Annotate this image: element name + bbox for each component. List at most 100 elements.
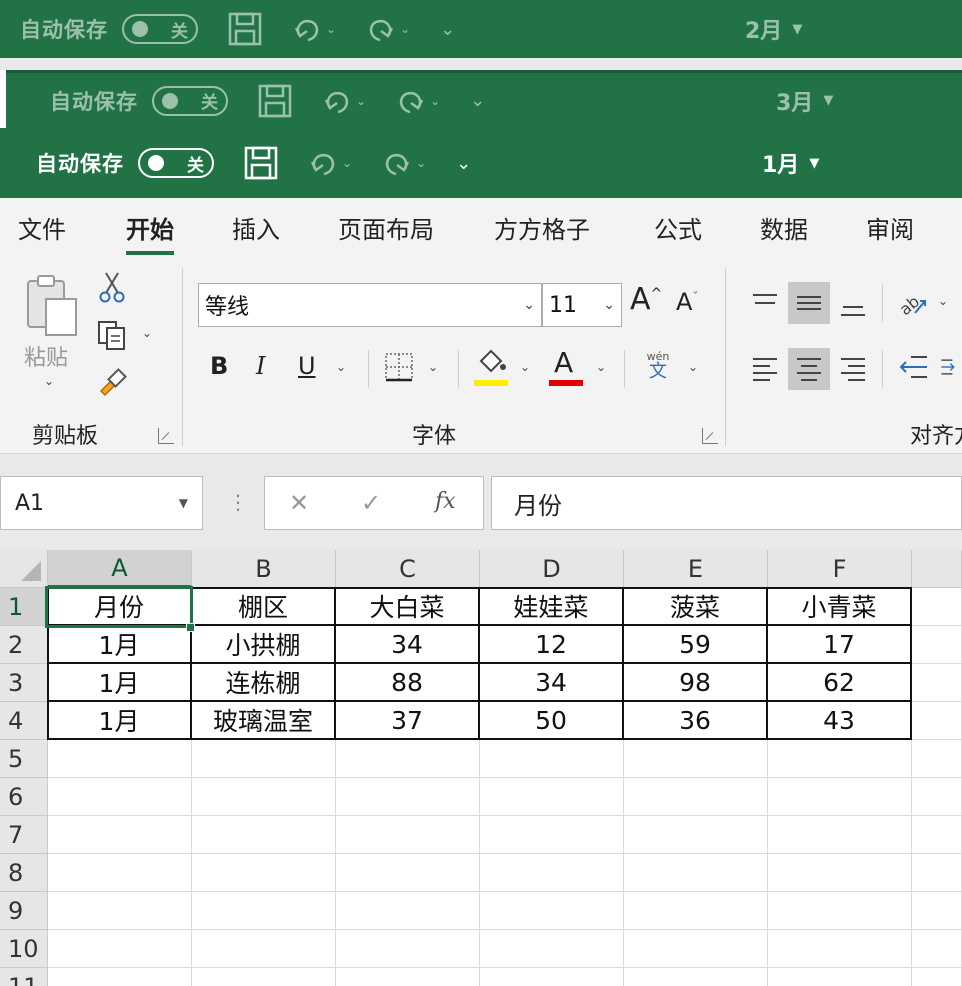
redo-icon[interactable]: ⌄ bbox=[366, 14, 410, 44]
align-center-icon[interactable] bbox=[788, 348, 830, 390]
cell[interactable] bbox=[48, 778, 192, 816]
cell[interactable] bbox=[336, 778, 480, 816]
cell[interactable] bbox=[192, 816, 336, 854]
table-cell[interactable]: 12 bbox=[480, 626, 624, 664]
underline-dropdown-icon[interactable]: ⌄ bbox=[336, 360, 346, 374]
column-header-d[interactable]: D bbox=[480, 550, 624, 588]
fill-handle[interactable] bbox=[186, 623, 195, 632]
cell[interactable] bbox=[480, 968, 624, 986]
table-cell[interactable]: 59 bbox=[624, 626, 768, 664]
align-middle-icon[interactable] bbox=[788, 282, 830, 324]
font-color-dropdown-icon[interactable]: ⌄ bbox=[596, 360, 606, 374]
borders-icon[interactable] bbox=[382, 350, 416, 384]
enter-icon[interactable]: ✓ bbox=[361, 489, 381, 517]
column-header-b[interactable]: B bbox=[192, 550, 336, 588]
cell[interactable] bbox=[912, 626, 962, 664]
phonetic-guide-icon[interactable]: wén 文 bbox=[640, 350, 676, 390]
column-header-f[interactable]: F bbox=[768, 550, 912, 588]
cell[interactable] bbox=[912, 816, 962, 854]
cell[interactable] bbox=[48, 854, 192, 892]
save-icon[interactable] bbox=[244, 146, 278, 180]
tab-home[interactable]: 开始 bbox=[126, 210, 174, 255]
cell[interactable] bbox=[912, 778, 962, 816]
table-cell[interactable]: 大白菜 bbox=[336, 588, 480, 626]
customize-toolbar-icon[interactable]: ⌄ bbox=[470, 90, 485, 111]
tab-page-layout[interactable]: 页面布局 bbox=[338, 210, 434, 245]
font-color-button[interactable]: A bbox=[554, 346, 573, 379]
orientation-icon[interactable]: ab bbox=[896, 286, 930, 320]
cell[interactable] bbox=[192, 854, 336, 892]
table-cell[interactable]: 娃娃菜 bbox=[480, 588, 624, 626]
customize-toolbar-icon[interactable]: ⌄ bbox=[440, 19, 455, 40]
workbook-name[interactable]: 1月 ▼ bbox=[762, 128, 819, 198]
table-cell[interactable]: 月份 bbox=[48, 588, 192, 626]
cell[interactable] bbox=[768, 778, 912, 816]
workbook-name[interactable]: 3月 ▼ bbox=[776, 73, 833, 128]
column-header-g[interactable] bbox=[912, 550, 962, 588]
table-cell[interactable]: 1月 bbox=[48, 626, 192, 664]
row-header-8[interactable]: 8 bbox=[0, 854, 48, 892]
column-header-c[interactable]: C bbox=[336, 550, 480, 588]
cell[interactable] bbox=[624, 740, 768, 778]
copy-dropdown-icon[interactable]: ⌄ bbox=[142, 326, 152, 340]
copy-icon[interactable] bbox=[94, 318, 130, 352]
table-cell[interactable]: 43 bbox=[768, 702, 912, 740]
cell[interactable] bbox=[480, 854, 624, 892]
tab-data[interactable]: 数据 bbox=[760, 210, 808, 245]
table-cell[interactable]: 36 bbox=[624, 702, 768, 740]
italic-button[interactable]: I bbox=[256, 352, 265, 380]
orientation-dropdown-icon[interactable]: ⌄ bbox=[938, 294, 948, 308]
undo-icon[interactable]: ⌄ bbox=[292, 14, 336, 44]
name-box[interactable]: A1 ▼ bbox=[0, 476, 203, 530]
autosave-toggle[interactable]: 关 bbox=[152, 85, 228, 116]
table-cell[interactable]: 棚区 bbox=[192, 588, 336, 626]
splitter-handle[interactable]: ⋮ bbox=[228, 490, 248, 514]
cell[interactable] bbox=[768, 968, 912, 986]
underline-button[interactable]: U bbox=[298, 352, 316, 380]
row-header-4[interactable]: 4 bbox=[0, 702, 48, 740]
cell[interactable] bbox=[768, 816, 912, 854]
cell[interactable] bbox=[624, 854, 768, 892]
cell[interactable] bbox=[912, 702, 962, 740]
column-header-e[interactable]: E bbox=[624, 550, 768, 588]
cell[interactable] bbox=[192, 740, 336, 778]
cell[interactable] bbox=[480, 930, 624, 968]
undo-icon[interactable]: ⌄ bbox=[308, 148, 352, 178]
align-top-icon[interactable] bbox=[744, 282, 786, 324]
row-header-5[interactable]: 5 bbox=[0, 740, 48, 778]
table-cell[interactable]: 小拱棚 bbox=[192, 626, 336, 664]
cell[interactable] bbox=[624, 968, 768, 986]
decrease-indent-icon[interactable] bbox=[896, 352, 930, 382]
cell[interactable] bbox=[912, 588, 962, 626]
cell[interactable] bbox=[336, 968, 480, 986]
grow-font-button[interactable]: A^ bbox=[630, 282, 662, 317]
cell[interactable] bbox=[480, 778, 624, 816]
table-cell[interactable]: 连栋棚 bbox=[192, 664, 336, 702]
customize-toolbar-icon[interactable]: ⌄ bbox=[456, 153, 471, 174]
paste-icon[interactable] bbox=[20, 272, 84, 342]
redo-icon[interactable]: ⌄ bbox=[396, 86, 440, 116]
cell[interactable] bbox=[768, 930, 912, 968]
cell[interactable] bbox=[912, 740, 962, 778]
align-bottom-icon[interactable] bbox=[832, 286, 874, 328]
fill-color-dropdown-icon[interactable]: ⌄ bbox=[520, 360, 530, 374]
table-cell[interactable]: 34 bbox=[336, 626, 480, 664]
paste-label[interactable]: 粘贴 bbox=[24, 340, 68, 372]
cell[interactable] bbox=[768, 740, 912, 778]
row-header-7[interactable]: 7 bbox=[0, 816, 48, 854]
cell[interactable] bbox=[336, 740, 480, 778]
cell[interactable] bbox=[624, 892, 768, 930]
tab-file[interactable]: 文件 bbox=[18, 210, 66, 245]
redo-icon[interactable]: ⌄ bbox=[382, 148, 426, 178]
increase-indent-icon[interactable] bbox=[940, 352, 962, 382]
cell[interactable] bbox=[624, 778, 768, 816]
table-cell[interactable]: 1月 bbox=[48, 664, 192, 702]
insert-function-button[interactable]: fx bbox=[435, 489, 456, 514]
column-header-a[interactable]: A bbox=[48, 550, 192, 588]
shrink-font-button[interactable]: Aˇ bbox=[676, 288, 698, 316]
table-cell[interactable]: 50 bbox=[480, 702, 624, 740]
cell[interactable] bbox=[192, 778, 336, 816]
cell[interactable] bbox=[336, 816, 480, 854]
cell[interactable] bbox=[912, 930, 962, 968]
select-all-button[interactable] bbox=[0, 550, 48, 588]
